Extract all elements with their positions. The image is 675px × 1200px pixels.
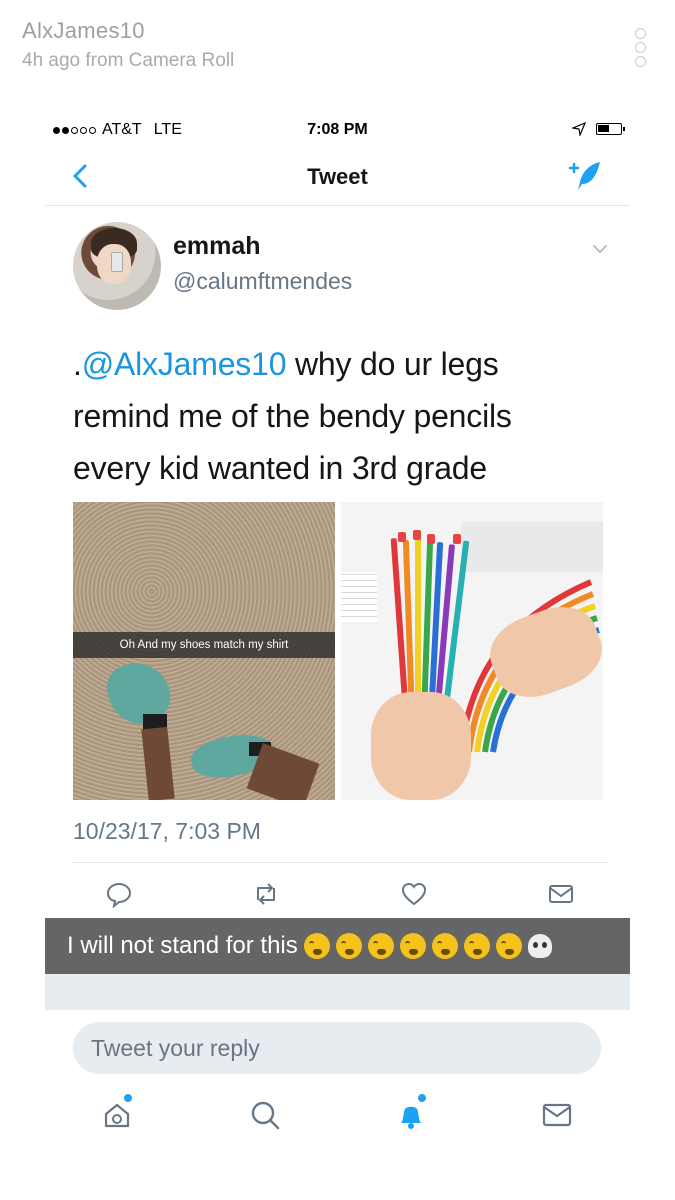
bell-icon [401, 1106, 421, 1129]
status-time: 7:08 PM [307, 121, 368, 138]
tweet-actions [105, 880, 575, 912]
home-notification-dot [124, 1094, 132, 1102]
tweet-media: Oh And my shoes match my shirt [73, 502, 603, 800]
skull-emoji-icon [527, 934, 552, 958]
tweet-image-shoes[interactable]: Oh And my shoes match my shirt [73, 502, 335, 800]
separator-band [45, 974, 630, 1010]
tweet-timestamp: 10/23/17, 7:03 PM [73, 818, 261, 844]
weary-face-emoji-icon [335, 933, 362, 959]
avatar[interactable] [73, 222, 161, 310]
tweet-text-prefix: . [73, 346, 82, 382]
chevron-down-icon[interactable] [591, 240, 609, 258]
retweet-icon[interactable] [252, 880, 280, 908]
tab-messages[interactable] [538, 1096, 576, 1134]
image-caption: Oh And my shoes match my shirt [73, 632, 335, 658]
notifications-dot [418, 1094, 426, 1102]
story-header: AlxJames10 4h ago from Camera Roll [22, 18, 234, 72]
tweet-author-row: emmah @calumftmendes [73, 222, 613, 312]
compose-tweet-icon[interactable] [568, 158, 604, 194]
weary-face-emoji-icon [463, 933, 490, 959]
reply-area: Tweet your reply [0, 1010, 675, 1200]
status-bar: AT&T LTE 7:08 PM [45, 120, 630, 142]
story-subtitle: 4h ago from Camera Roll [22, 50, 235, 71]
tweet-image-pencils[interactable] [341, 502, 603, 800]
location-arrow-icon [572, 122, 586, 136]
story-username[interactable]: AlxJames10 [22, 18, 234, 44]
caption-text: I will not stand for this [67, 932, 298, 959]
tab-search[interactable] [246, 1096, 284, 1134]
divider [73, 862, 608, 863]
mail-icon [542, 1103, 572, 1127]
tweet-text: .@AlxJames10 why do ur legs remind me of… [73, 338, 593, 494]
weary-face-emoji-icon [367, 933, 394, 959]
reply-input[interactable]: Tweet your reply [73, 1022, 601, 1074]
author-handle[interactable]: @calumftmendes [173, 268, 352, 295]
author-display-name[interactable]: emmah [173, 232, 261, 261]
story-caption: I will not stand for this [45, 918, 630, 974]
tab-home[interactable] [98, 1094, 136, 1134]
nav-bar: Tweet [45, 150, 630, 206]
home-icon [104, 1103, 130, 1128]
like-heart-icon[interactable] [400, 880, 428, 908]
reply-icon[interactable] [105, 880, 133, 908]
weary-face-emoji-icon [399, 933, 426, 959]
tab-bar [0, 1094, 675, 1146]
weary-face-emoji-icon [495, 933, 522, 959]
direct-message-icon[interactable] [547, 880, 575, 908]
more-options-icon[interactable] [635, 28, 649, 70]
mention-link[interactable]: @AlxJames10 [82, 346, 287, 382]
weary-face-emoji-icon [303, 933, 330, 959]
battery-icon [596, 123, 625, 135]
search-icon [251, 1101, 280, 1130]
weary-face-emoji-icon [431, 933, 458, 959]
tweet-screenshot: AT&T LTE 7:08 PM Tweet emmah @calumftmen… [45, 110, 630, 1010]
page-title: Tweet [307, 164, 368, 189]
tab-notifications[interactable] [392, 1094, 430, 1134]
